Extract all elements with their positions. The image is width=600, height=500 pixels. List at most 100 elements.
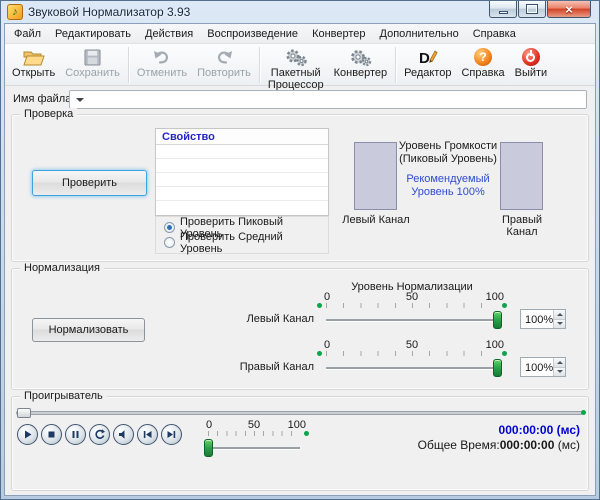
green-dot-icon [581,410,586,415]
window-body: Файл Редактировать Действия Воспроизведе… [4,23,596,496]
menu-item-file[interactable]: Файл [7,25,48,43]
slider-handle[interactable] [493,359,502,377]
converter-button[interactable]: Конвертер [329,46,392,80]
toolbar-separator [395,47,396,83]
editor-pencil-icon: D [418,47,438,67]
property-table: Свойство [155,128,329,216]
redo-icon [215,47,233,67]
minimize-button[interactable] [489,1,517,18]
maximize-button[interactable] [518,1,546,18]
slider-track[interactable] [326,367,498,369]
left-channel-meter [354,142,397,210]
menu-item-help[interactable]: Справка [466,25,523,43]
editor-button[interactable]: D Редактор [399,46,456,80]
scale-50: 50 [406,291,418,303]
normalize-group: Нормализация Уровень Нормализации Нормал… [11,268,589,390]
left-level-value[interactable]: 100% [521,310,553,328]
stop-button[interactable] [41,424,62,445]
slider-handle[interactable] [204,439,213,457]
average-level-radio[interactable]: Проверить Средний Уровень [164,235,328,250]
batch-processor-label-line1: Пакетный [271,68,321,79]
play-button[interactable] [17,424,38,445]
undo-button[interactable]: Отменить [132,46,192,80]
filename-combobox[interactable] [69,90,587,109]
normalize-button[interactable]: Нормализовать [32,318,145,342]
spinner-up-button[interactable] [554,358,565,368]
repeat-button[interactable] [89,424,110,445]
spinner-buttons [553,358,565,376]
gear-icon [348,47,372,67]
left-level-spinner[interactable]: 100% [520,309,566,329]
menu-item-edit[interactable]: Редактировать [48,25,138,43]
slider-zone[interactable] [326,310,498,330]
check-button[interactable]: Проверить [32,170,147,196]
current-time: 000:00:00 (мс) [499,423,580,437]
current-time-value: 000:00:00 [499,423,554,437]
slider-ticks [208,431,300,438]
gears-icon [284,47,308,67]
scale-100: 100 [486,339,504,351]
left-channel-slider-label: Левый Канал [182,313,314,325]
previous-button[interactable] [137,424,158,445]
up-arrow-icon [557,313,563,316]
property-table-row [156,201,328,215]
menu-item-converter[interactable]: Конвертер [305,25,372,43]
menu-item-playback[interactable]: Воспроизведение [200,25,305,43]
menu-item-actions[interactable]: Действия [138,25,200,43]
volume-info-line2: (Пиковый Уровень) [397,153,499,166]
open-button[interactable]: Открыть [7,46,60,80]
volume-slider[interactable]: 0 50 100 [208,419,300,458]
exit-button[interactable]: Выйти [510,46,553,80]
slider-track[interactable] [208,447,300,449]
seek-track[interactable] [16,411,583,415]
close-icon: × [565,3,573,16]
down-arrow-icon [557,322,563,325]
slider-zone[interactable] [208,438,300,458]
green-dot-icon [304,431,309,436]
check-group-title: Проверка [20,108,77,120]
slider-track[interactable] [326,319,498,321]
property-table-row [156,173,328,187]
right-channel-slider[interactable]: 0 50 100 [326,339,498,378]
pause-button[interactable] [65,424,86,445]
slider-handle[interactable] [493,311,502,329]
chevron-down-icon[interactable] [76,98,84,102]
spinner-down-button[interactable] [554,320,565,329]
total-time: Общее Время:000:00:00 (мс) [418,438,580,452]
right-level-spinner[interactable]: 100% [520,357,566,377]
total-time-unit: (мс) [558,438,580,452]
batch-processor-button[interactable]: Пакетный Процессор [263,46,329,92]
close-button[interactable]: × [547,1,591,18]
next-button[interactable] [161,424,182,445]
property-table-row [156,145,328,159]
app-icon: ♪ [7,4,23,20]
play-icon [22,429,33,440]
recommended-line1: Рекомендуемый [397,173,499,186]
save-button[interactable]: Сохранить [60,46,125,80]
slider-zone[interactable] [326,358,498,378]
scale-100: 100 [288,419,306,431]
window-title: Звуковой Нормализатор 3.93 [28,5,190,19]
menu-item-extra[interactable]: Дополнительно [373,25,466,43]
spinner-up-button[interactable] [554,310,565,320]
save-icon [84,47,101,67]
volume-info: Уровень Громкости (Пиковый Уровень) Реко… [397,140,499,199]
right-channel-slider-label: Правый Канал [182,361,314,373]
window-controls: × [489,1,591,18]
editor-label: Редактор [404,68,451,79]
right-channel-label: Правый Канал [486,214,558,238]
player-group-title: Проигрыватель [20,390,107,402]
seek-handle[interactable] [17,408,31,418]
help-button[interactable]: Справка [456,46,509,80]
left-channel-slider[interactable]: 0 50 100 [326,291,498,330]
green-dot-icon [502,303,507,308]
slider-ticks [326,303,498,310]
right-level-value[interactable]: 100% [521,358,553,376]
scale-50: 50 [406,339,418,351]
spinner-down-button[interactable] [554,368,565,377]
stop-icon [46,429,57,440]
redo-button[interactable]: Повторить [192,46,256,80]
average-level-radio-label: Проверить Средний Уровень [180,231,328,255]
mute-button[interactable] [113,424,134,445]
radio-unselected-icon [164,237,175,248]
